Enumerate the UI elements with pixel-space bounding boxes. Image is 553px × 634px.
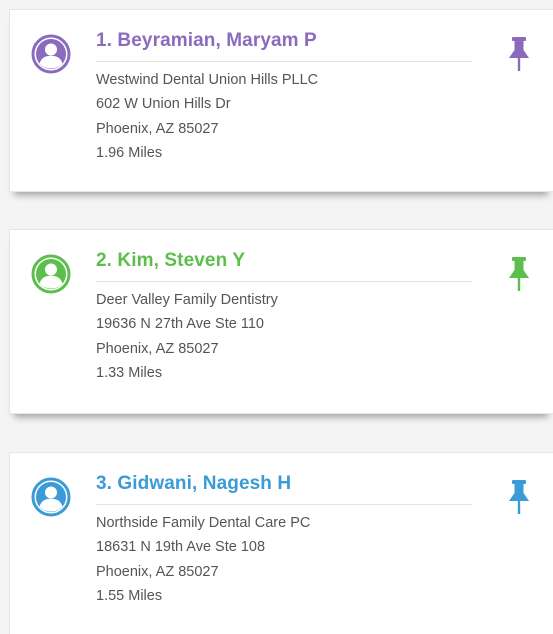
distance: 1.96 Miles xyxy=(96,144,163,161)
provider-results-list: 1. Beyramian, Maryam P Westwind Dental U… xyxy=(0,0,553,634)
practice-name: Northside Family Dental Care PC xyxy=(96,515,311,531)
provider-name-link[interactable]: 2. Kim, Steven Y xyxy=(96,250,245,272)
provider-name-link[interactable]: 3. Gidwani, Nagesh H xyxy=(96,473,291,495)
user-circle-icon xyxy=(31,477,71,517)
pushpin-icon[interactable] xyxy=(507,36,531,74)
street-address: 18631 N 19th Ave Ste 108 xyxy=(96,539,266,556)
user-circle-icon xyxy=(31,34,71,74)
name-divider xyxy=(96,281,472,282)
user-circle-icon xyxy=(31,254,71,294)
name-divider xyxy=(96,61,472,62)
street-address: 19636 N 27th Ave Ste 110 xyxy=(96,316,264,333)
practice-name: Deer Valley Family Dentistry xyxy=(96,292,278,308)
provider-card[interactable]: 1. Beyramian, Maryam P Westwind Dental U… xyxy=(9,9,553,192)
provider-card[interactable]: 2. Kim, Steven Y Deer Valley Family Dent… xyxy=(9,229,553,414)
city-state-zip: Phoenix, AZ 85027 xyxy=(96,120,219,137)
name-divider xyxy=(96,504,472,505)
city-state-zip: Phoenix, AZ 85027 xyxy=(96,563,219,580)
provider-name-link[interactable]: 1. Beyramian, Maryam P xyxy=(96,30,317,52)
street-address: 602 W Union Hills Dr xyxy=(96,96,231,113)
city-state-zip: Phoenix, AZ 85027 xyxy=(96,340,219,357)
practice-name: Westwind Dental Union Hills PLLC xyxy=(96,72,319,88)
pushpin-icon[interactable] xyxy=(507,256,531,294)
distance: 1.55 Miles xyxy=(96,587,163,604)
provider-card[interactable]: 3. Gidwani, Nagesh H Northside Family De… xyxy=(9,452,553,634)
pushpin-icon[interactable] xyxy=(507,479,531,517)
distance: 1.33 Miles xyxy=(96,364,163,381)
